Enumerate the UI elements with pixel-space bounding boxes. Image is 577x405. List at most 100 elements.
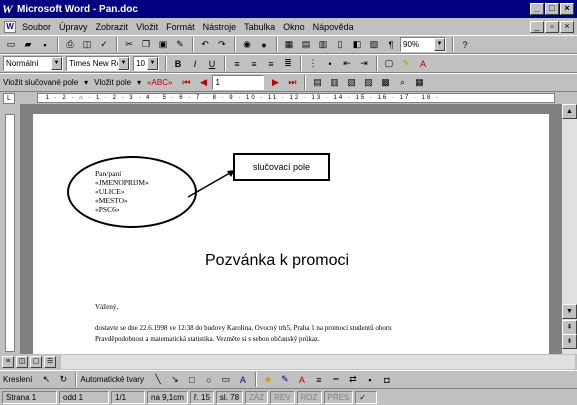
zoom-select[interactable]: 90% ▼: [400, 37, 446, 52]
vertical-ruler-scale[interactable]: [5, 114, 15, 352]
decrease-indent-icon[interactable]: ⇤: [339, 56, 355, 71]
view-merged-data-button[interactable]: «ABC»: [147, 78, 172, 87]
numbering-icon[interactable]: ⋮: [305, 56, 321, 71]
line-color-icon[interactable]: ✎: [277, 372, 293, 387]
outline-view-icon[interactable]: ☰: [44, 356, 56, 368]
text-box-icon[interactable]: ▭: [218, 372, 234, 387]
autoshapes-menu-button[interactable]: Automatické tvary: [80, 375, 144, 384]
horizontal-scroll-track[interactable]: [61, 355, 575, 369]
select-objects-icon[interactable]: ↖: [38, 372, 54, 387]
normal-view-icon[interactable]: ≡: [2, 356, 14, 368]
print-icon[interactable]: ⎙: [62, 37, 78, 52]
first-record-icon[interactable]: ⏮: [178, 75, 194, 90]
merge-to-document-icon[interactable]: ▧: [343, 75, 359, 90]
border-icon[interactable]: ▢: [381, 56, 397, 71]
fill-color-icon[interactable]: ◈: [260, 372, 276, 387]
highlight-icon[interactable]: ✎: [398, 56, 414, 71]
oval-icon[interactable]: ○: [201, 372, 217, 387]
status-ext[interactable]: ROZ: [296, 390, 322, 404]
menu-zobrazit[interactable]: Zobrazit: [96, 22, 129, 32]
undo-icon[interactable]: ↶: [197, 37, 213, 52]
spelling-icon[interactable]: ✓: [96, 37, 112, 52]
save-icon[interactable]: ▪: [37, 37, 53, 52]
scroll-down-icon[interactable]: ▼: [562, 304, 577, 319]
insert-table-icon[interactable]: ▤: [298, 37, 314, 52]
align-right-icon[interactable]: ≡: [263, 56, 279, 71]
open-folder-icon[interactable]: ▰: [20, 37, 36, 52]
font-color-icon[interactable]: A: [294, 372, 310, 387]
menu-tabulka[interactable]: Tabulka: [244, 22, 275, 32]
document-icon[interactable]: W: [4, 20, 16, 33]
page-layout-icon[interactable]: ▢: [30, 356, 42, 368]
print-preview-icon[interactable]: ◫: [79, 37, 95, 52]
document-map-icon[interactable]: ▧: [366, 37, 382, 52]
status-rec[interactable]: ZÁZ: [245, 390, 269, 404]
redo-icon[interactable]: ↷: [214, 37, 230, 52]
shadow-icon[interactable]: ▪: [362, 372, 378, 387]
line-style-icon[interactable]: ≡: [311, 372, 327, 387]
insert-excel-icon[interactable]: ▥: [315, 37, 331, 52]
help-icon[interactable]: ?: [457, 37, 473, 52]
menu-upravy[interactable]: Úpravy: [59, 22, 88, 32]
find-record-icon[interactable]: ⌕: [394, 75, 410, 90]
document-page[interactable]: Pan/paní «JMENOPRIJM» «ULICE» «MESTO» «P…: [33, 114, 549, 354]
bullets-icon[interactable]: •: [322, 56, 338, 71]
next-record-icon[interactable]: ▶: [267, 75, 283, 90]
free-rotate-icon[interactable]: ↻: [55, 372, 71, 387]
status-ovr[interactable]: PŘES: [323, 390, 354, 404]
font-color-icon[interactable]: A: [415, 56, 431, 71]
menu-nastroje[interactable]: Nástroje: [203, 22, 237, 32]
font-size-select[interactable]: 10 ▼: [133, 56, 159, 71]
cut-icon[interactable]: ✂: [121, 37, 137, 52]
previous-record-icon[interactable]: ◀: [195, 75, 211, 90]
italic-button[interactable]: I: [187, 56, 203, 71]
doc-restore-button[interactable]: ▫: [545, 20, 559, 33]
format-painter-icon[interactable]: ✎: [172, 37, 188, 52]
wordart-icon[interactable]: A: [235, 372, 251, 387]
next-page-icon[interactable]: ⇟: [562, 334, 577, 349]
menu-soubor[interactable]: Soubor: [22, 22, 51, 32]
menu-format[interactable]: Formát: [166, 22, 195, 32]
increase-indent-icon[interactable]: ⇥: [356, 56, 372, 71]
vertical-scrollbar[interactable]: ▲ ▼ ⇞ ⇟: [562, 104, 577, 354]
previous-page-icon[interactable]: ⇞: [562, 320, 577, 335]
scroll-up-icon[interactable]: ▲: [562, 104, 577, 119]
tables-icon[interactable]: ▦: [281, 37, 297, 52]
dash-style-icon[interactable]: ┅: [328, 372, 344, 387]
show-hide-icon[interactable]: ¶: [383, 37, 399, 52]
start-mail-merge-icon[interactable]: ▩: [377, 75, 393, 90]
justify-icon[interactable]: ≣: [280, 56, 296, 71]
spelling-status-icon[interactable]: ✓: [355, 390, 378, 404]
font-select[interactable]: Times New Roman ▼: [66, 56, 130, 71]
merge-to-printer-icon[interactable]: ▨: [360, 75, 376, 90]
insert-word-field-button[interactable]: Vložit pole: [94, 78, 131, 87]
status-trk[interactable]: REV: [270, 390, 295, 404]
arrow-style-icon[interactable]: ⇄: [345, 372, 361, 387]
align-left-icon[interactable]: ≡: [229, 56, 245, 71]
align-center-icon[interactable]: ≡: [246, 56, 262, 71]
bold-button[interactable]: B: [170, 56, 186, 71]
edit-data-source-icon[interactable]: ▦: [411, 75, 427, 90]
last-record-icon[interactable]: ⏭: [284, 75, 300, 90]
doc-minimize-button[interactable]: _: [530, 20, 544, 33]
mail-merge-helper-icon[interactable]: ▤: [309, 75, 325, 90]
rectangle-icon[interactable]: □: [184, 372, 200, 387]
drawing-icon[interactable]: ◧: [349, 37, 365, 52]
arrow-icon[interactable]: ↘: [167, 372, 183, 387]
paste-icon[interactable]: ▣: [155, 37, 171, 52]
insert-merge-field-button[interactable]: Vložit slučované pole: [3, 78, 78, 87]
minimize-button[interactable]: _: [530, 3, 544, 15]
tab-selector-icon[interactable]: L: [3, 92, 15, 104]
style-select[interactable]: Normální ▼: [3, 56, 63, 71]
record-number-field[interactable]: 1: [212, 75, 265, 90]
ruler-scale[interactable]: · 1 · 2 · ⌂ · 1 · 2 · 3 · 4 · 5 · 6 · 7 …: [37, 93, 555, 103]
close-button[interactable]: ×: [560, 3, 574, 15]
copy-icon[interactable]: ❐: [138, 37, 154, 52]
menu-napoveda[interactable]: Nápověda: [313, 22, 354, 32]
web-layout-icon[interactable]: ◫: [16, 356, 28, 368]
underline-button[interactable]: U: [204, 56, 220, 71]
draw-menu-button[interactable]: Kreslení: [3, 375, 32, 384]
check-errors-icon[interactable]: ▥: [326, 75, 342, 90]
line-icon[interactable]: ╲: [150, 372, 166, 387]
menu-okno[interactable]: Okno: [283, 22, 305, 32]
